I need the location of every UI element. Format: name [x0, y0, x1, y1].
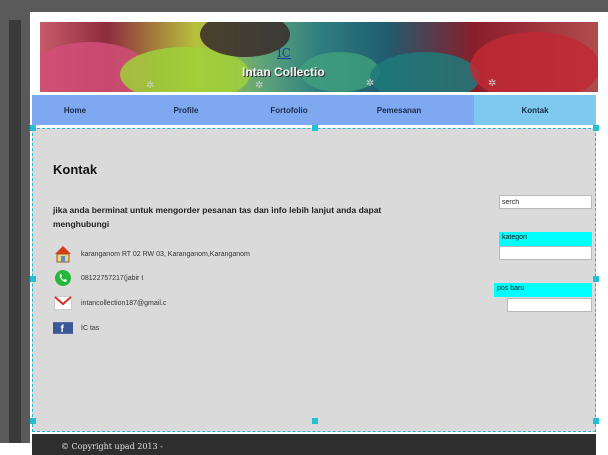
sparkle-icon: ✲ [366, 78, 375, 89]
resize-handle[interactable] [312, 418, 318, 424]
nav-pemesanan[interactable]: Pemesanan [324, 95, 474, 125]
sparkle-icon: ✲ [255, 80, 264, 91]
resize-handle[interactable] [312, 125, 318, 131]
site-title: Intan Collectio [242, 65, 325, 79]
editor-frame-top [0, 0, 608, 12]
resize-handle[interactable] [30, 125, 36, 131]
sparkle-icon: ✲ [488, 78, 497, 89]
resize-handle[interactable] [30, 276, 36, 282]
resize-handle[interactable] [593, 125, 599, 131]
nav-profile[interactable]: Profile [118, 95, 254, 125]
nav-kontak[interactable]: Kontak [474, 95, 596, 125]
copyright-text: © Copyright upad 2013 - [61, 442, 163, 451]
footer: © Copyright upad 2013 - [32, 434, 596, 455]
editor-ruler-strip [9, 20, 21, 443]
header-banner: ✲ ✲ ✲ ✲ IC Intan Collectio [40, 22, 598, 92]
nav-fortofolio[interactable]: Fortofolio [254, 95, 324, 125]
selection-outline [32, 128, 596, 432]
resize-handle[interactable] [593, 276, 599, 282]
sparkle-icon: ✲ [146, 80, 155, 91]
page-canvas: ✲ ✲ ✲ ✲ IC Intan Collectio Home Profile … [30, 12, 608, 455]
resize-handle[interactable] [593, 418, 599, 424]
main-nav: Home Profile Fortofolio Pemesanan Kontak [32, 95, 596, 125]
banner-fabric [370, 52, 480, 92]
logo-link[interactable]: IC [277, 46, 291, 60]
resize-handle[interactable] [30, 418, 36, 424]
nav-home[interactable]: Home [32, 95, 118, 125]
